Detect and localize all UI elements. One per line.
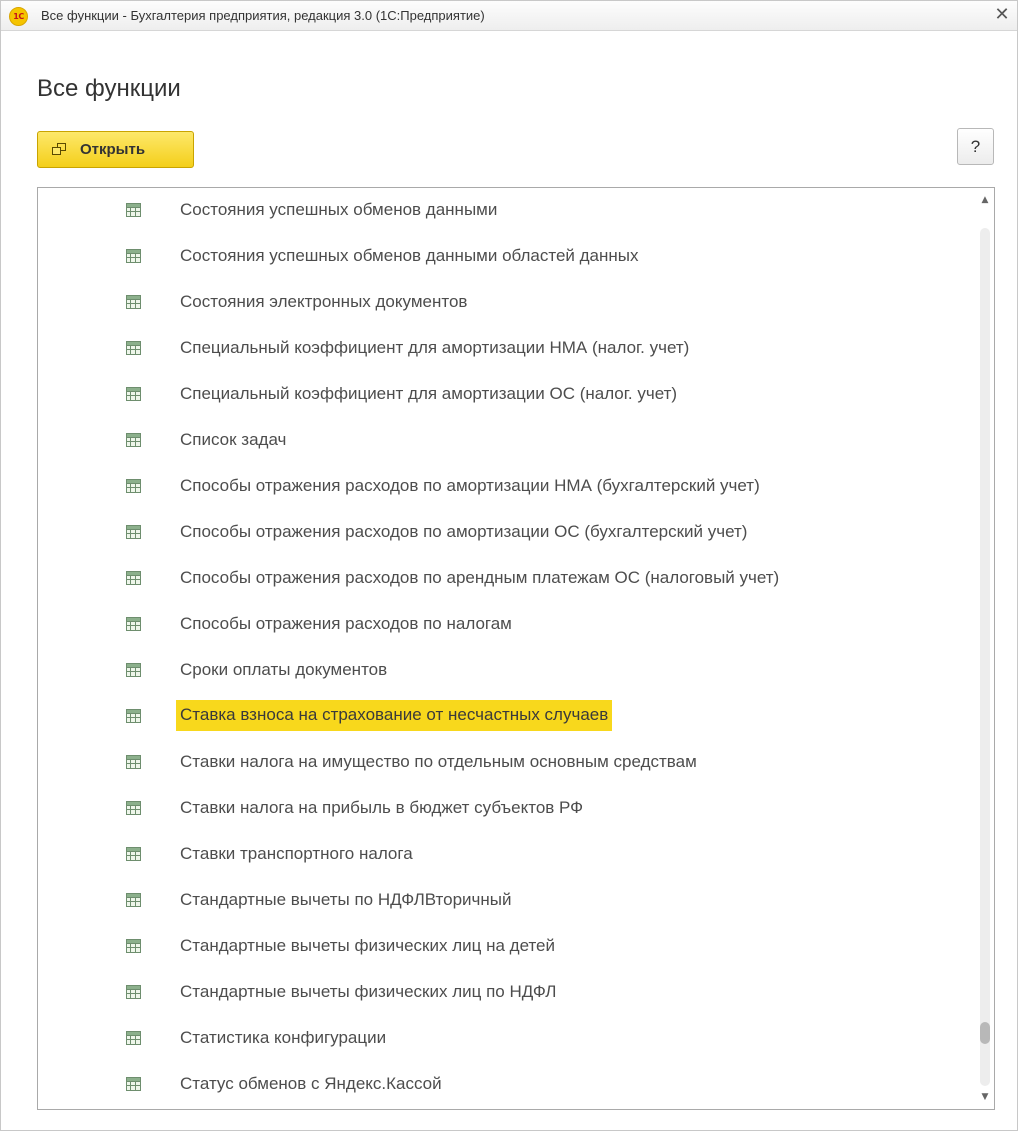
list-item[interactable]: Состояния успешных обменов данными <box>38 188 973 234</box>
list-item-label: Статистика конфигурации <box>180 1028 387 1047</box>
scroll-track[interactable] <box>980 228 990 1086</box>
list-item[interactable]: Стандартные вычеты физических лиц по НДФ… <box>38 970 973 1016</box>
open-button-label: Открыть <box>80 141 146 158</box>
open-window-icon <box>52 142 68 157</box>
list-item-label: Ставка взноса на страхование от несчастн… <box>176 700 613 731</box>
table-register-icon <box>126 203 141 217</box>
table-register-icon <box>126 709 141 723</box>
list-item-label: Ставки транспортного налога <box>180 844 413 863</box>
scroll-up-button[interactable]: ▲ <box>976 190 994 210</box>
list-item-label: Состояния успешных обменов данными облас… <box>180 246 639 265</box>
list-item[interactable]: Стандартные вычеты по НДФЛВторичный <box>38 878 973 924</box>
table-register-icon <box>126 525 141 539</box>
scroll-down-button[interactable]: ▼ <box>976 1087 994 1107</box>
list-item-label: Ставки налога на имущество по отдельным … <box>180 752 697 771</box>
table-register-icon <box>126 571 141 585</box>
list-item[interactable]: Статус обменов с Яндекс.Кассой <box>38 1062 973 1108</box>
list-item[interactable]: Способы отражения расходов по налогам <box>38 602 973 648</box>
list-item-label: Способы отражения расходов по амортизаци… <box>180 522 748 541</box>
list-item[interactable]: Специальный коэффициент для амортизации … <box>38 372 973 418</box>
list-item-label: Стандартные вычеты физических лиц по НДФ… <box>180 982 557 1001</box>
list-item[interactable]: Способы отражения расходов по арендным п… <box>38 556 973 602</box>
page-title: Все функции <box>37 75 181 102</box>
list-item[interactable]: Ставки налога на прибыль в бюджет субъек… <box>38 786 973 832</box>
table-register-icon <box>126 1077 141 1091</box>
list-item[interactable]: Стандартные вычеты физических лиц на дет… <box>38 924 973 970</box>
table-register-icon <box>126 1031 141 1045</box>
list-item-label: Специальный коэффициент для амортизации … <box>180 384 678 403</box>
list-item-label: Стандартные вычеты по НДФЛВторичный <box>180 890 512 909</box>
list-item-label: Способы отражения расходов по налогам <box>180 614 512 633</box>
list-item-label: Стандартные вычеты физических лиц на дет… <box>180 936 556 955</box>
functions-list[interactable]: Состояния успешных обменов данными Состоя… <box>37 187 995 1110</box>
list-item-label: Состояния электронных документов <box>180 292 468 311</box>
table-register-icon <box>126 249 141 263</box>
table-register-icon <box>126 617 141 631</box>
window-title: Все функции - Бухгалтерия предприятия, р… <box>41 8 485 23</box>
table-register-icon <box>126 985 141 999</box>
table-register-icon <box>126 341 141 355</box>
list-item-label: Способы отражения расходов по амортизаци… <box>180 476 760 495</box>
list-item-label: Сроки оплаты документов <box>180 660 388 679</box>
table-register-icon <box>126 801 141 815</box>
list-item[interactable]: Способы отражения расходов по амортизаци… <box>38 464 973 510</box>
list-item[interactable]: Ставки транспортного налога <box>38 832 973 878</box>
list-item-label: Ставки налога на прибыль в бюджет субъек… <box>180 798 584 817</box>
list-item[interactable]: Список задач <box>38 418 973 464</box>
table-register-icon <box>126 755 141 769</box>
title-bar: 1С Все функции - Бухгалтерия предприятия… <box>1 1 1017 31</box>
vertical-scrollbar[interactable]: ▲ ▼ <box>976 188 994 1109</box>
list-item[interactable]: Ставки налога на имущество по отдельным … <box>38 740 973 786</box>
list-item[interactable]: Состояния электронных документов <box>38 280 973 326</box>
list-item-label: Список задач <box>180 430 287 449</box>
list-item[interactable]: Ставка взноса на страхование от несчастн… <box>38 694 973 740</box>
list-item[interactable]: Состояния успешных обменов данными облас… <box>38 234 973 280</box>
list-item-label: Состояния успешных обменов данными <box>180 200 498 219</box>
scroll-thumb[interactable] <box>980 1022 990 1044</box>
list-item-label: Специальный коэффициент для амортизации … <box>180 338 690 357</box>
list-item[interactable]: Статистика конфигурации <box>38 1016 973 1062</box>
open-button[interactable]: Открыть <box>37 131 194 168</box>
list-item-label: Способы отражения расходов по арендным п… <box>180 568 780 587</box>
app-logo-icon[interactable]: 1С <box>9 7 28 26</box>
table-register-icon <box>126 847 141 861</box>
table-register-icon <box>126 939 141 953</box>
list-item[interactable]: Специальный коэффициент для амортизации … <box>38 326 973 372</box>
table-register-icon <box>126 387 141 401</box>
table-register-icon <box>126 663 141 677</box>
table-register-icon <box>126 433 141 447</box>
help-button[interactable]: ? <box>957 128 994 165</box>
table-register-icon <box>126 893 141 907</box>
window: 1С Все функции - Бухгалтерия предприятия… <box>0 0 1018 1131</box>
close-button[interactable]: ✕ <box>991 4 1013 26</box>
table-register-icon <box>126 479 141 493</box>
table-register-icon <box>126 295 141 309</box>
list-item[interactable]: Сроки оплаты документов <box>38 648 973 694</box>
list-item[interactable]: Способы отражения расходов по амортизаци… <box>38 510 973 556</box>
list-item-label: Статус обменов с Яндекс.Кассой <box>180 1074 442 1093</box>
